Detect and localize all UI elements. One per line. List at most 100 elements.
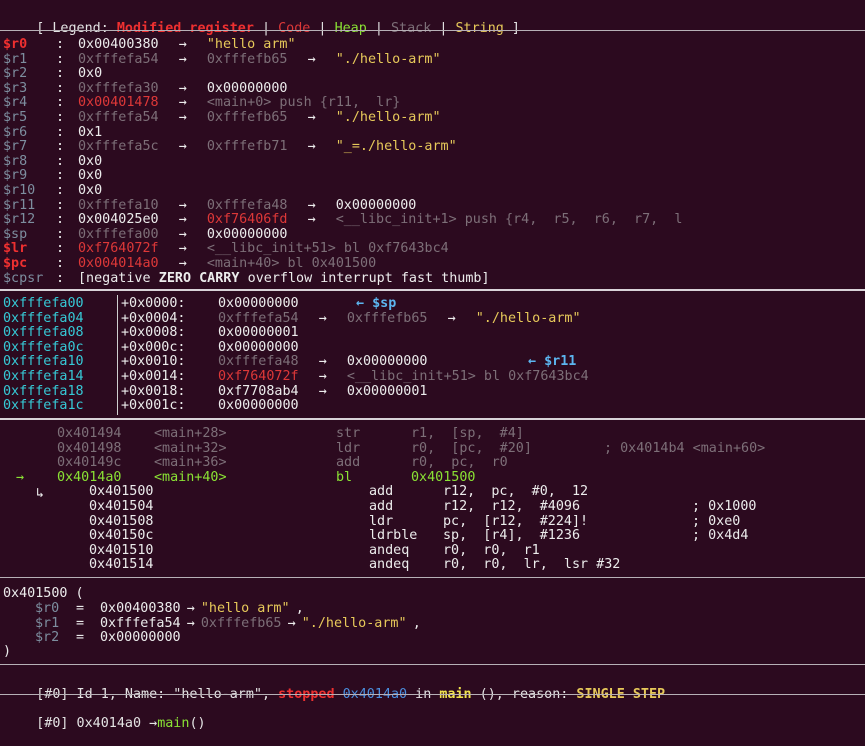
argument-register: $r1 (35, 615, 60, 631)
register-name: $r9 (3, 168, 28, 184)
register-colon: : (56, 226, 65, 242)
pointer-value: 0x00000000 (346, 354, 428, 370)
pointer-value: "_=./hello-arm" (335, 139, 457, 155)
register-name: $r8 (3, 153, 28, 169)
register-name: $r11 (3, 197, 36, 213)
arrow-icon: → (307, 212, 316, 228)
stack-address: 0xfffefa18 (3, 383, 84, 399)
separator-line (0, 664, 865, 665)
register-colon: : (56, 95, 65, 111)
pointer-value: <main+0> push {r11, lr} (206, 95, 401, 111)
legend-code: Code (278, 21, 311, 36)
register-name: $r12 (3, 212, 36, 228)
arrow-icon: → (307, 110, 316, 125)
code-operands: r0, r0, r1 (443, 542, 540, 558)
register-name: $r2 (3, 66, 28, 82)
pointer-value: , (295, 601, 304, 616)
register-name: $r4 (3, 95, 28, 111)
arrow-icon: → (287, 615, 296, 631)
code-address: 0x401514 (89, 557, 154, 573)
gef-terminal[interactable]: [ Legend: Modified register | Code | Hea… (0, 0, 865, 731)
stack-value: 0xfffefa48 (218, 354, 299, 370)
separator-line (0, 289, 865, 291)
legend-line: [ Legend: Modified register | Code | Hea… (4, 6, 520, 36)
call-head: 0x401500 ( (3, 586, 84, 601)
arrow-icon: → (178, 51, 187, 67)
arrow-icon: → (178, 241, 187, 257)
register-colon: : (56, 270, 65, 286)
code-comment: ; 0x1000 (692, 499, 757, 514)
arrow-icon: → (318, 369, 327, 384)
branch-icon: ↳ (36, 486, 45, 502)
register-colon: : (56, 212, 65, 228)
register-name: $r6 (3, 124, 28, 140)
register-value: 0x0 (78, 66, 103, 82)
stack-address: 0xfffefa14 (3, 369, 84, 384)
register-colon: : (56, 241, 65, 257)
arrow-icon: → (178, 256, 187, 271)
thread-line[interactable]: [#0] Id 1, Name: "hello-arm", stopped 0x… (4, 672, 665, 702)
code-operands: r12, pc, #0, 12 (443, 484, 589, 500)
stack-value: 0x00000001 (218, 325, 299, 341)
argument-register: $r2 (35, 630, 60, 646)
code-operands: sp, [r4], #1236 (443, 528, 581, 544)
legend-separator: | (366, 21, 391, 36)
register-colon: : (56, 197, 65, 213)
stack-offset: +0x001c: (121, 398, 186, 414)
register-value: [negative (78, 270, 159, 286)
stack-offset: +0x0010: (121, 354, 186, 370)
code-address: 0x401510 (89, 542, 154, 558)
pointer-value: 0xfffefb65 (346, 310, 428, 326)
code-address: 0x40150c (89, 528, 154, 544)
argument-equals: = (68, 615, 93, 631)
pointer-value: 0xfffefb65 (200, 615, 282, 631)
arrow-icon: → (178, 110, 187, 125)
pointer-value: "./hello-arm" (335, 110, 441, 125)
code-operands: r0, r0, lr, lsr #32 (443, 557, 621, 573)
stack-address: 0xfffefa00 (3, 296, 84, 311)
arrow-icon: → (307, 139, 316, 155)
register-colon: : (56, 153, 65, 169)
arrow-icon: → (178, 95, 187, 111)
arrow-icon: → (178, 80, 187, 96)
code-operands: r12, r12, #4096 (443, 499, 581, 514)
stack-pointer-marker: ← $sp (356, 296, 397, 311)
register-name: $r7 (3, 139, 28, 155)
register-name: $sp (3, 226, 28, 242)
register-value: 0xfffefa54 (78, 110, 159, 125)
stack-value: 0xfffefa54 (218, 310, 299, 326)
separator-line (0, 30, 865, 31)
pointer-value: 0xfffefb65 (206, 51, 288, 67)
separator-line (0, 694, 865, 695)
register-name: $lr (3, 241, 28, 257)
stack-value: 0x00000000 (218, 398, 299, 414)
code-address: 0x401508 (89, 513, 154, 529)
register-value: 0x0 (78, 168, 103, 184)
code-mnemonic: andeq (369, 542, 410, 558)
pointer-value: 0x00000000 (206, 80, 288, 96)
legend-separator: | (431, 21, 456, 36)
legend-open: [ Legend: (36, 21, 117, 36)
stack-offset: +0x0004: (121, 310, 186, 326)
separator-line (0, 418, 865, 420)
register-name: $r3 (3, 80, 28, 96)
register-value: 0x1 (78, 124, 103, 140)
register-value: 0x0 (78, 183, 103, 198)
register-colon: : (56, 110, 65, 125)
pointer-value: 0xfffefa48 (206, 197, 288, 213)
trace-line[interactable]: [#0] 0x4014a0 →main() (4, 701, 205, 731)
pointer-value: "hello arm" (200, 601, 290, 616)
arrow-icon: → (178, 37, 187, 52)
register-colon: : (56, 37, 65, 52)
stack-address: 0xfffefa08 (3, 325, 84, 341)
pointer-value: overflow interrupt fast thumb] (239, 270, 490, 286)
register-name: $cpsr (3, 270, 44, 286)
register-name: $r5 (3, 110, 28, 125)
stack-address: 0xfffefa1c (3, 398, 84, 414)
stack-value: 0x00000000 (218, 339, 299, 355)
register-value: 0xfffefa10 (78, 197, 159, 213)
register-value: 0xfffefa54 (78, 51, 159, 67)
argument-equals: = (68, 630, 93, 646)
stack-address: 0xfffefa04 (3, 310, 84, 326)
stack-pointer-marker: ← $r11 (528, 354, 577, 370)
